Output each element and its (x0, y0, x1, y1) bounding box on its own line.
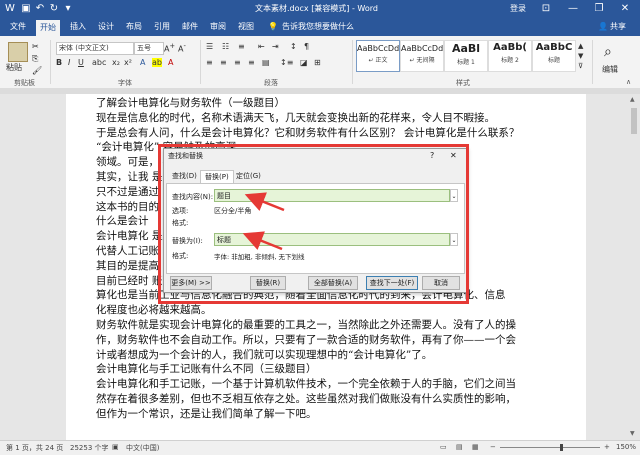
page-count[interactable]: 第 1 页，共 24 页 (6, 443, 63, 453)
language[interactable]: 中文(中国) (126, 443, 159, 453)
zoom-out-icon[interactable]: − (490, 443, 496, 451)
proofing-icon[interactable]: ▣ (112, 443, 119, 451)
print-layout-icon[interactable]: ▤ (456, 443, 463, 451)
word-count[interactable]: 25253 个字 (70, 443, 109, 453)
zoom-level[interactable]: 150% (616, 443, 636, 451)
annotation-arrows (242, 192, 285, 251)
zoom-in-icon[interactable]: + (604, 443, 610, 451)
web-layout-icon[interactable]: ▦ (472, 443, 479, 451)
arrow-replace (242, 231, 283, 251)
arrow-find (244, 192, 285, 212)
status-bar: 第 1 页，共 24 页 25253 个字 ▣ 中文(中国) ▭ ▤ ▦ − +… (0, 440, 640, 455)
zoom-slider[interactable] (500, 447, 600, 448)
read-mode-icon[interactable]: ▭ (440, 443, 447, 451)
zoom-thumb[interactable] (560, 444, 563, 451)
